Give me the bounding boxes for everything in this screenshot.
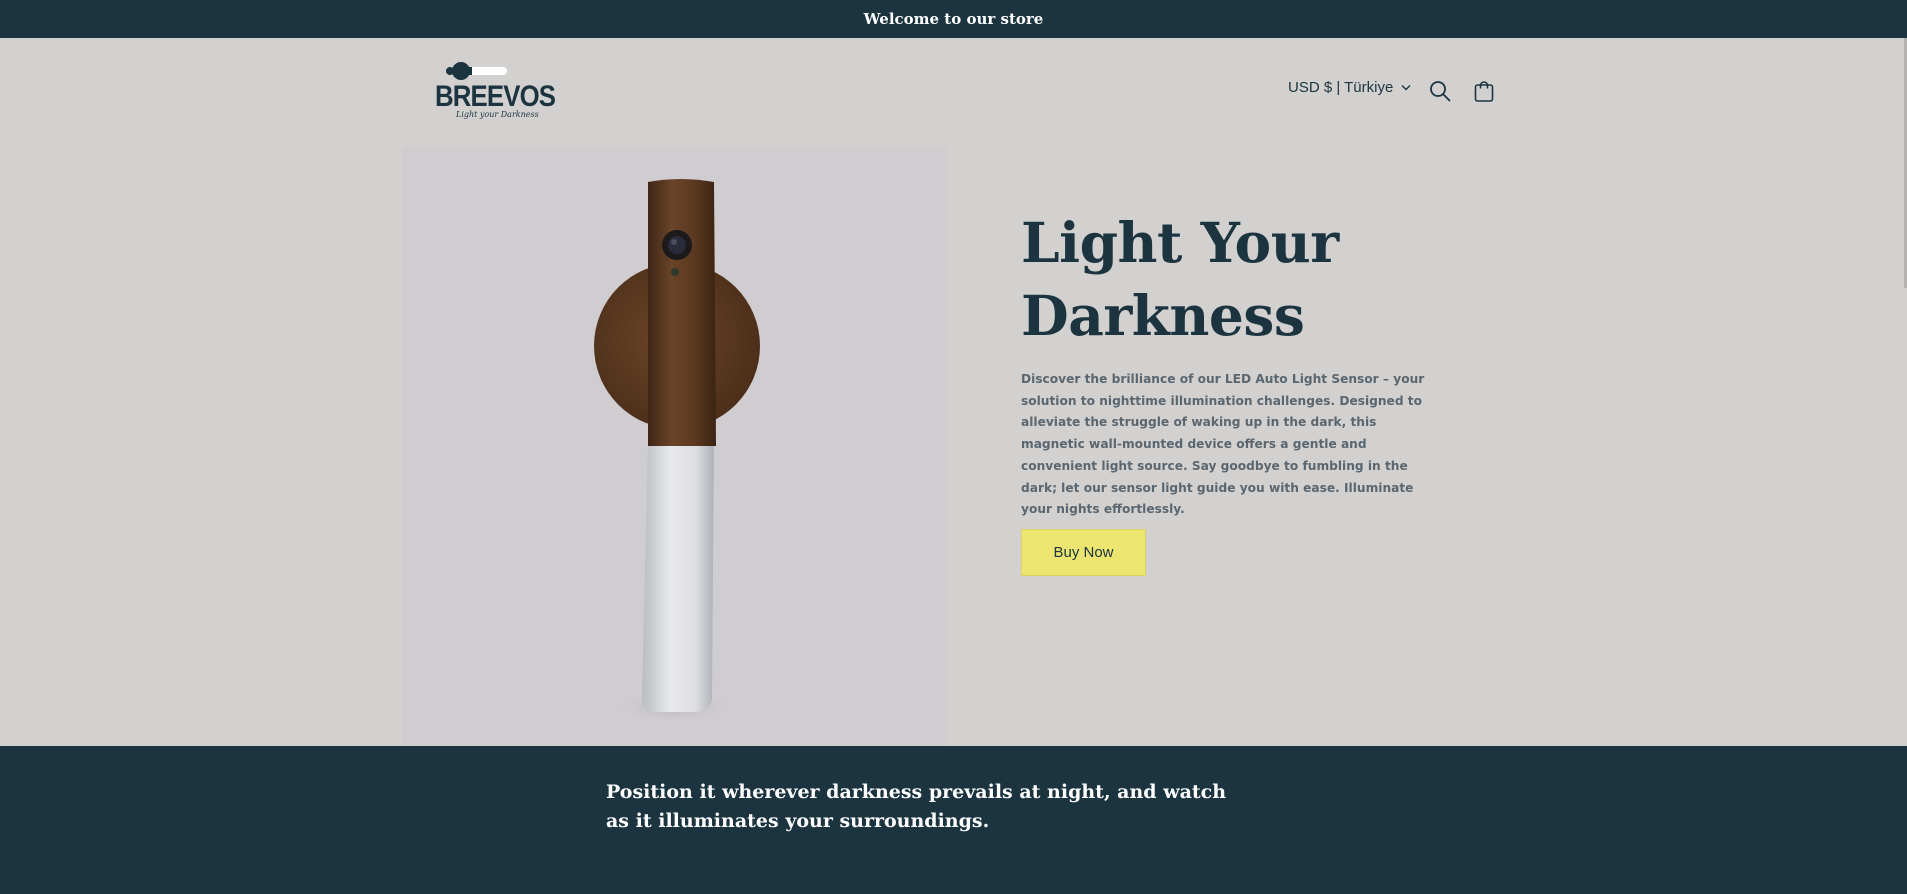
logo-brand-text: BREEVOS [435,80,556,113]
buy-now-button[interactable]: Buy Now [1021,529,1146,576]
wall-lamp-illustration [594,179,760,724]
currency-label: USD $ | Türkiye [1288,79,1394,96]
search-icon [1430,81,1451,102]
hero-banner: Light Your Darkness Discover the brillia… [0,146,1907,746]
site-header: BREEVOS Light your Darkness USD $ | Türk… [0,38,1907,146]
chevron-down-icon [1401,85,1411,91]
announcement-bar: Welcome to our store [0,0,1907,38]
hero-title: Light Your Darkness [1021,206,1481,352]
hero-title-line1: Light Your [1021,210,1339,275]
product-image [402,146,947,746]
logo-tagline: Light your Darkness [456,110,539,119]
info-band: Position it wherever darkness prevails a… [0,746,1907,894]
info-band-text: Position it wherever darkness prevails a… [606,781,1227,832]
search-button[interactable] [1428,79,1452,103]
store-logo[interactable]: BREEVOS Light your Darkness [432,58,556,119]
announcement-text: Welcome to our store [863,10,1044,28]
cart-button[interactable] [1472,79,1496,103]
currency-selector[interactable]: USD $ | Türkiye [1288,79,1411,96]
cart-icon [1474,81,1494,102]
hero-title-line2: Darkness [1021,283,1305,348]
hero-description: Discover the brilliance of our LED Auto … [1021,372,1425,517]
